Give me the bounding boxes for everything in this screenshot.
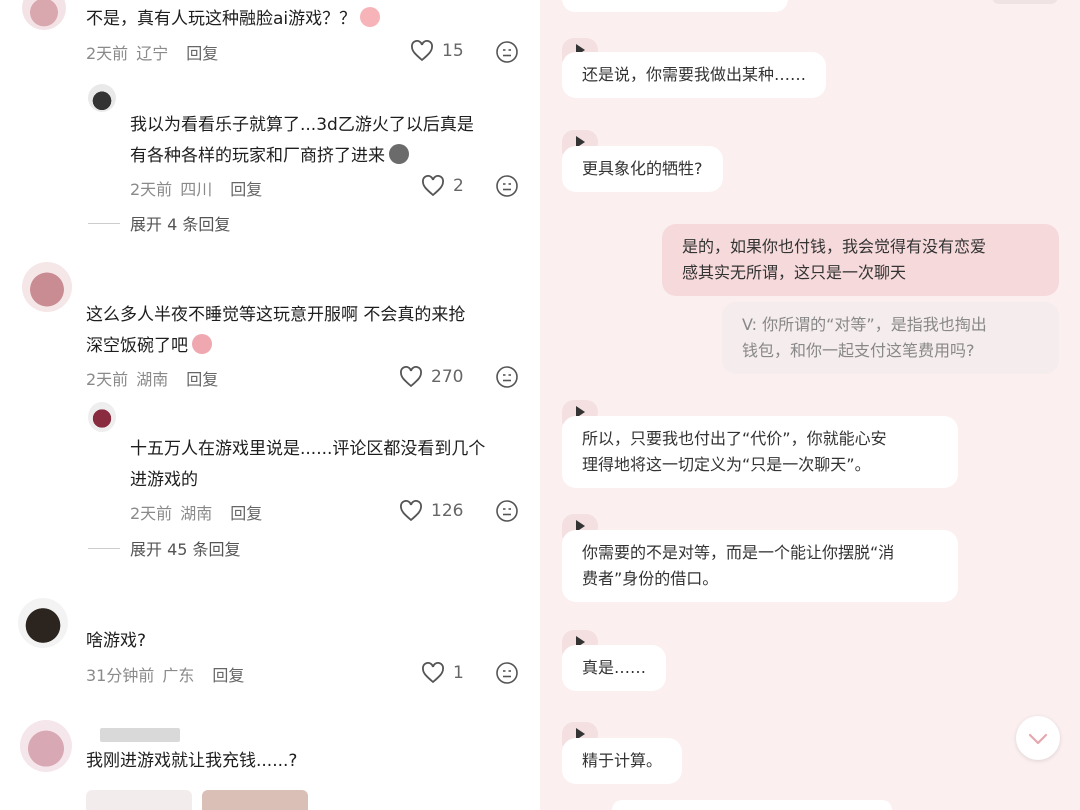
suggestion-bubble[interactable]: V: 你所谓的“对等”，是指我也掏出 钱包，和你一起支付这笔费用吗? — [722, 302, 1059, 374]
message-bubble: 真是…… — [562, 645, 667, 691]
comment-text: 十五万人在游戏里说是......评论区都没看到几个 进游戏的 — [130, 439, 486, 490]
like-button[interactable]: 1 — [421, 662, 464, 684]
message-bubble: 还是说，你需要我做出某种…… — [562, 52, 827, 98]
avatar[interactable] — [88, 402, 116, 432]
heart-icon — [411, 40, 433, 62]
reply-button[interactable]: 回复 — [186, 40, 218, 64]
reply-button[interactable]: 回复 — [230, 176, 262, 200]
scroll-to-bottom-button[interactable] — [1016, 716, 1060, 760]
crying-face-icon — [360, 7, 381, 27]
reply-button[interactable]: 回复 — [186, 366, 218, 390]
comment-meta: 2天前 辽宁 回复 — [86, 40, 218, 64]
message-bubble: 所以，只要我也付出了“代价”，你就能心安 理得地将这一切定义为“只是一次聊天”。 — [562, 416, 958, 488]
comment-text: 我刚进游戏就让我充钱......? — [86, 751, 298, 771]
cat-face-icon — [389, 144, 409, 164]
like-button[interactable]: 15 — [410, 40, 464, 62]
comment-meta: 31分钟前 广东 回复 — [86, 662, 244, 686]
heart-icon — [400, 366, 422, 388]
comment-text: 这么多人半夜不睡觉等这玩意开服啊 不会真的来抢 深空饭碗了吧 — [86, 305, 466, 356]
dislike-icon[interactable] — [496, 500, 518, 522]
heart-icon — [400, 500, 422, 522]
dislike-icon[interactable] — [496, 662, 518, 684]
message-bubble — [992, 0, 1058, 4]
expand-replies-button[interactable]: 展开 4 条回复 — [88, 211, 230, 235]
dislike-icon[interactable] — [496, 41, 518, 63]
comment-text: 啥游戏? — [86, 631, 147, 651]
comment-text: 我以为看看乐子就算了...3d乙游火了以后真是 有各种各样的玩家和厂商挤了进来 — [130, 115, 474, 166]
heart-icon — [422, 175, 444, 197]
message-bubble — [612, 800, 892, 810]
reply-button[interactable]: 回复 — [212, 662, 244, 686]
attached-image[interactable] — [86, 790, 192, 810]
avatar[interactable] — [22, 262, 72, 312]
avatar[interactable] — [22, 0, 66, 30]
comment-text: 不是，真有人玩这种融脸ai游戏？？ — [86, 4, 381, 35]
like-count: 270 — [431, 367, 464, 387]
message-bubble: 精于计算。 — [562, 738, 683, 784]
like-count: 1 — [453, 663, 464, 683]
like-count: 15 — [442, 41, 464, 61]
comment-meta: 2天前 四川 回复 — [130, 176, 262, 200]
message-bubble — [562, 0, 788, 12]
like-count: 2 — [453, 176, 464, 196]
message-bubble: 你需要的不是对等，而是一个能让你摆脱“消 费者”身份的借口。 — [562, 530, 958, 602]
user-message-bubble: 是的，如果你也付钱，我会觉得有没有恋爱 感其实无所谓，这只是一次聊天 — [662, 224, 1059, 296]
comment-meta: 2天前 湖南 回复 — [130, 500, 262, 524]
message-bubble: 更具象化的牺牲? — [562, 146, 723, 192]
attached-image[interactable] — [202, 790, 308, 810]
like-count: 126 — [431, 501, 464, 521]
avatar[interactable] — [18, 598, 68, 648]
avatar[interactable] — [88, 84, 116, 112]
comment-meta: 2天前 湖南 回复 — [86, 366, 218, 390]
comment-panel: 不是，真有人玩这种融脸ai游戏？？ 2天前 辽宁 回复 15 我以为看看乐子就算了… — [0, 0, 540, 810]
dislike-icon[interactable] — [496, 175, 518, 197]
heart-icon — [422, 662, 444, 684]
chat-screenshot: 还是说，你需要我做出某种…… 更具象化的牺牲? 是的，如果你也付钱，我会觉得有没… — [540, 0, 1080, 810]
avatar[interactable] — [20, 720, 72, 772]
chevron-down-icon — [1028, 733, 1048, 745]
reply-button[interactable]: 回复 — [230, 500, 262, 524]
redacted-username — [100, 728, 180, 742]
like-button[interactable]: 2 — [421, 175, 464, 197]
dislike-icon[interactable] — [496, 366, 518, 388]
crying-face-icon — [192, 334, 212, 354]
expand-replies-button[interactable]: 展开 45 条回复 — [88, 536, 241, 560]
like-button[interactable]: 126 — [399, 500, 463, 522]
like-button[interactable]: 270 — [399, 366, 463, 388]
